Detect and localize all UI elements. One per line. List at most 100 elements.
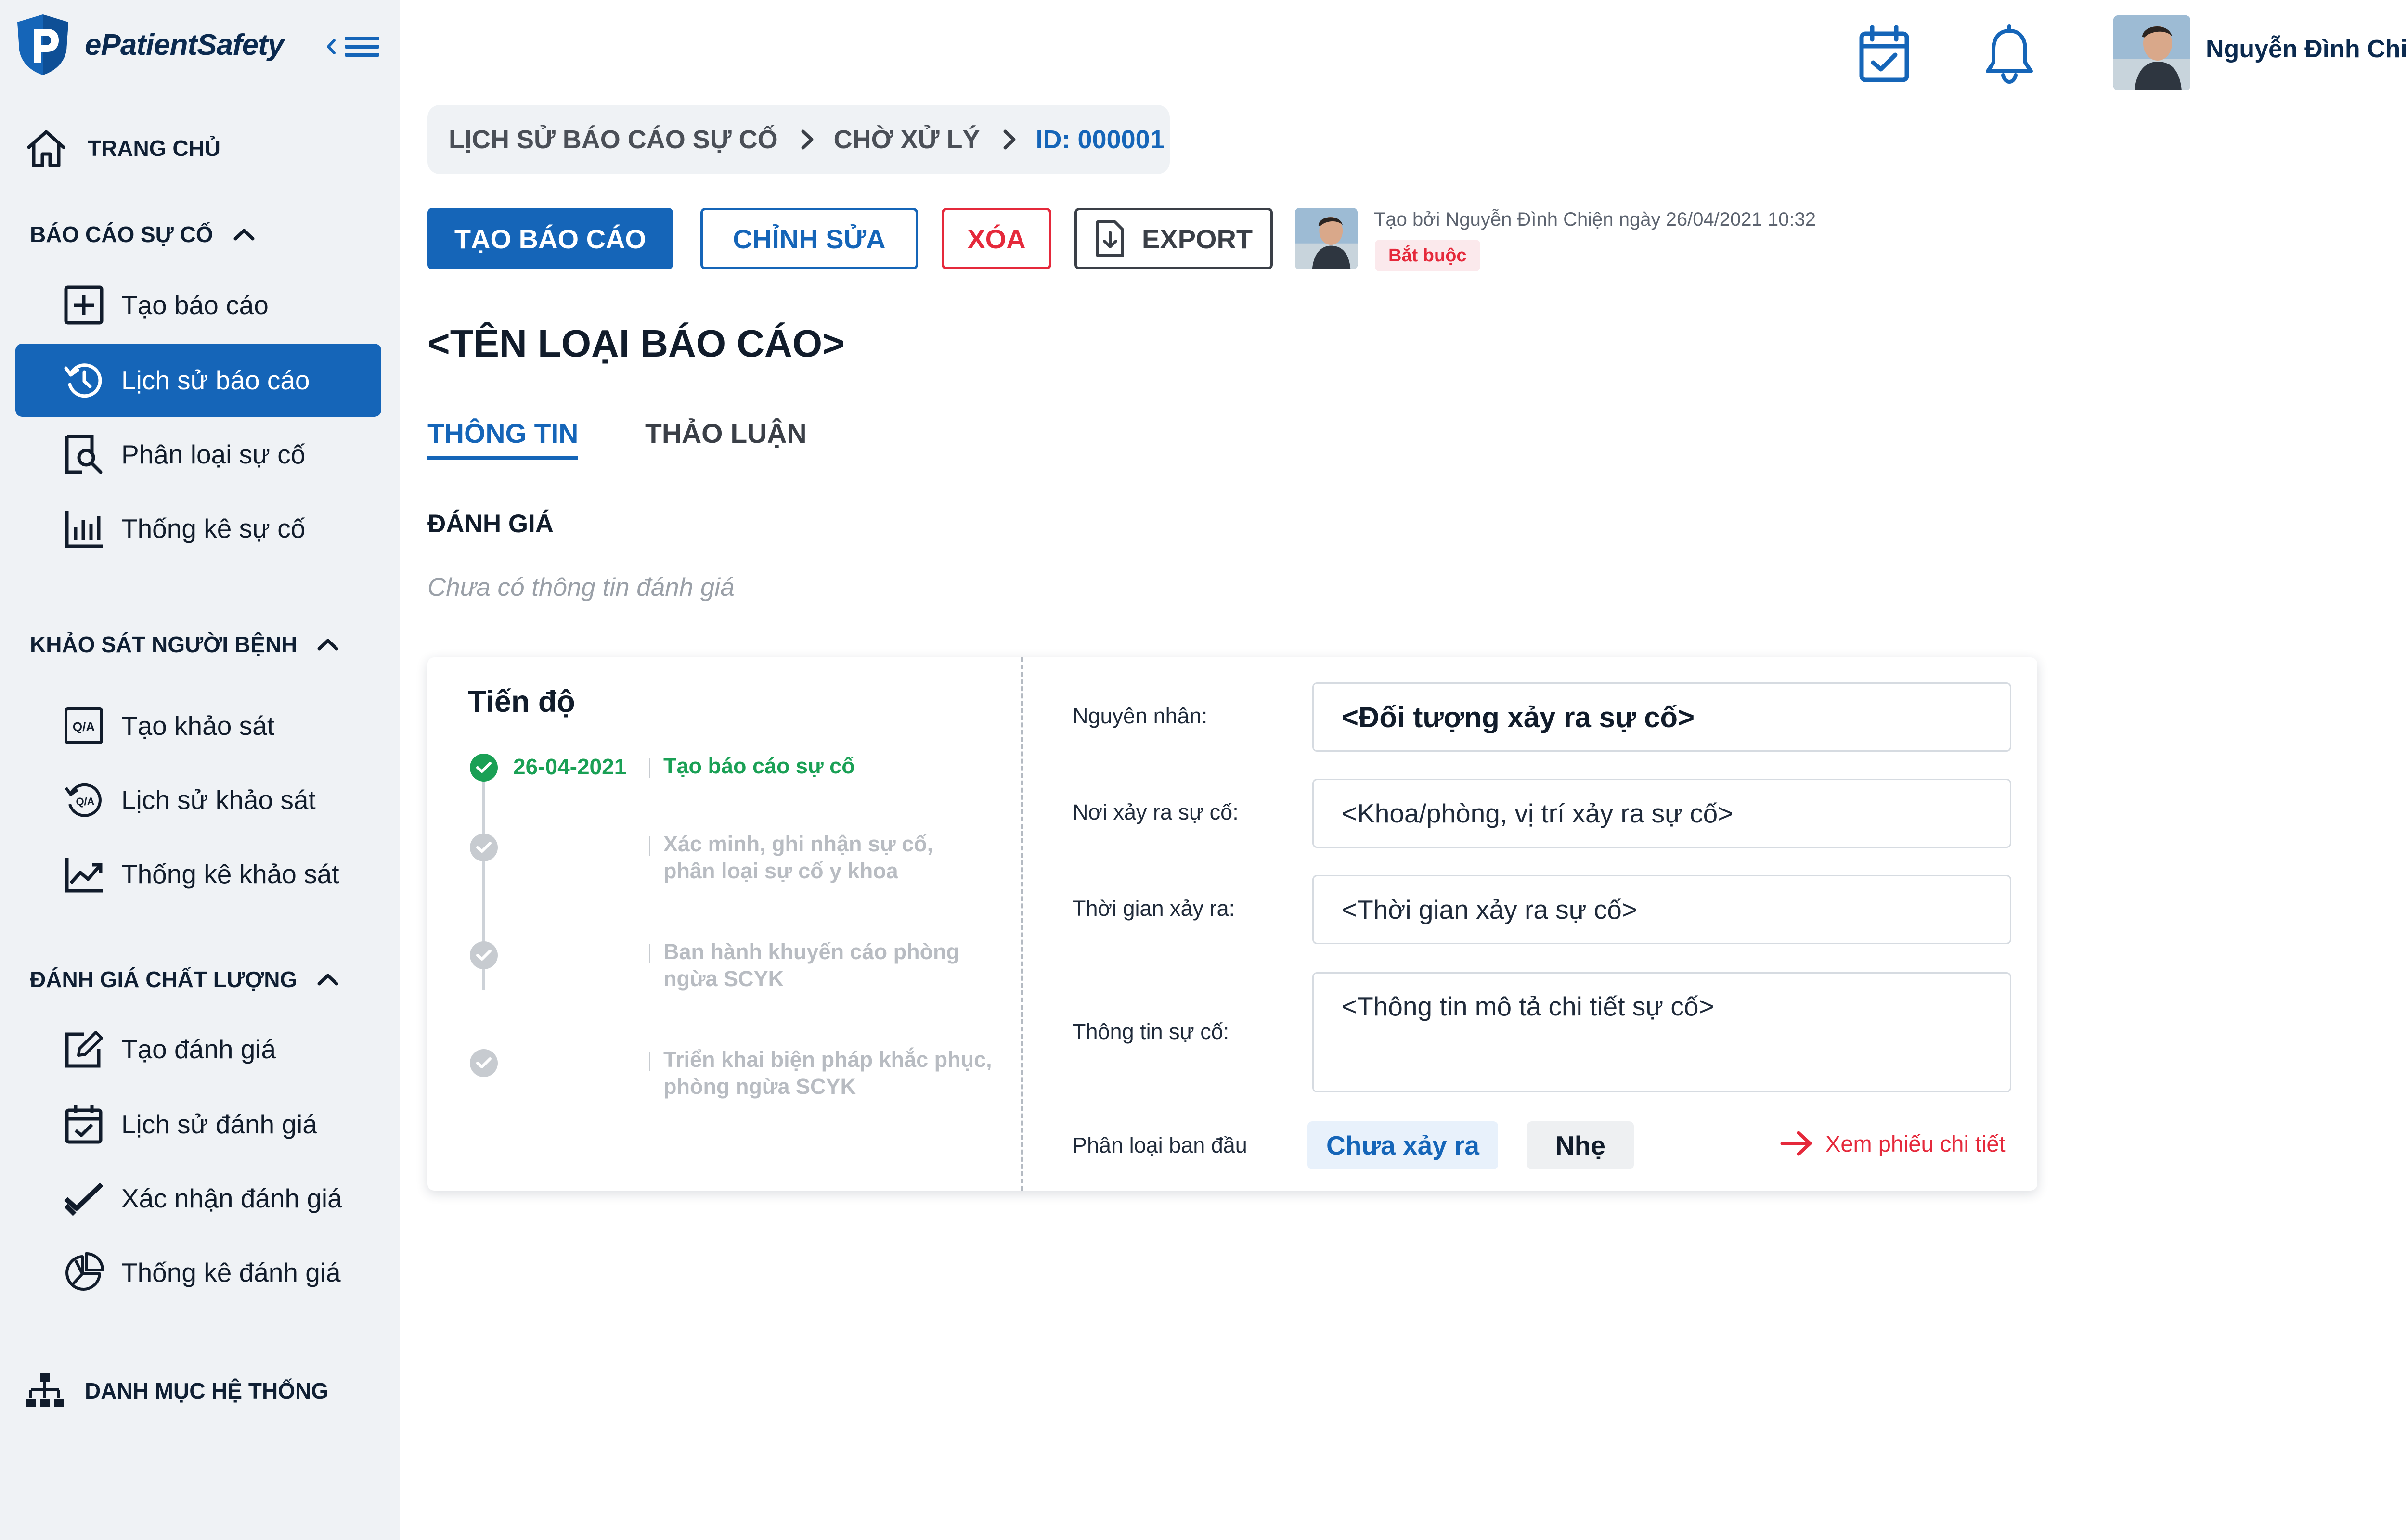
double-check-icon xyxy=(64,1182,104,1216)
bar-chart-icon xyxy=(65,511,103,548)
nav-home-label: TRANG CHỦ xyxy=(88,136,220,161)
sidebar-item-label: Tạo báo cáo xyxy=(121,290,269,320)
home-icon xyxy=(27,130,65,167)
sidebar-collapse-button[interactable] xyxy=(324,30,386,64)
create-report-button[interactable]: TẠO BÁO CÁO xyxy=(427,208,673,270)
timeline-separator xyxy=(649,758,650,778)
sidebar-item-label: Lịch sử khảo sát xyxy=(121,785,316,815)
chevron-up-icon xyxy=(317,639,338,651)
chevron-right-icon xyxy=(1003,129,1016,150)
view-detail-label: Xem phiếu chi tiết xyxy=(1825,1130,2006,1156)
history-icon xyxy=(64,363,102,398)
breadcrumb-link[interactable]: CHỜ XỬ LÝ xyxy=(834,125,980,154)
chevron-up-icon xyxy=(233,229,255,241)
timeline-separator xyxy=(649,1052,650,1071)
edit-icon xyxy=(65,1031,103,1068)
timeline-step-line: Xác minh, ghi nhận sự cố, xyxy=(663,832,933,856)
sidebar-item-survey-history[interactable]: Q/A Lịch sử khảo sát xyxy=(15,763,381,836)
timeline-step-line: Triển khai biện pháp khắc phục, xyxy=(663,1047,992,1072)
timeline-separator xyxy=(649,944,650,963)
person-photo-icon xyxy=(2113,15,2190,90)
timeline-step-line: Ban hành khuyến cáo phòng xyxy=(663,939,960,964)
nav-home[interactable]: TRANG CHỦ xyxy=(24,126,220,170)
svg-text:Q/A: Q/A xyxy=(76,796,94,808)
sidebar-item-label: Thống kê sự cố xyxy=(121,513,306,543)
breadcrumb-link[interactable]: LỊCH SỬ BÁO CÁO SỰ CỐ xyxy=(449,125,778,154)
sidebar-item-evaluation-history[interactable]: Lịch sử đánh giá xyxy=(15,1088,381,1161)
timeline-step-pending-icon xyxy=(470,1049,498,1077)
export-button[interactable]: EXPORT xyxy=(1074,208,1273,270)
delete-button[interactable]: XÓA xyxy=(942,208,1051,270)
progress-title: Tiến độ xyxy=(468,685,575,719)
sidebar-item-label: Phân loại sự cố xyxy=(121,439,306,469)
breadcrumb-current: ID: 000001 xyxy=(1035,125,1165,154)
collapse-menu-icon xyxy=(327,37,379,57)
time-field[interactable]: <Thời gian xảy ra sự cố> xyxy=(1312,875,2011,944)
export-label: EXPORT xyxy=(1141,223,1253,254)
chevron-up-icon xyxy=(317,974,338,986)
trend-chart-icon xyxy=(65,858,103,893)
document-search-icon xyxy=(65,435,103,474)
sidebar-item-report-history[interactable]: Lịch sử báo cáo xyxy=(15,344,381,417)
page-title: <TÊN LOẠI BÁO CÁO> xyxy=(427,322,845,365)
nav-section-survey-label: KHẢO SÁT NGƯỜI BỆNH xyxy=(30,632,298,657)
evaluation-empty-note: Chưa có thông tin đánh giá xyxy=(427,573,735,602)
edit-button[interactable]: CHỈNH SỬA xyxy=(700,208,918,270)
sidebar-item-label: Thống kê khảo sát xyxy=(121,859,339,889)
nav-system-catalog[interactable]: DANH MỤC HỆ THỐNG xyxy=(24,1372,328,1410)
place-field[interactable]: <Khoa/phòng, vị trí xảy ra sự cố> xyxy=(1312,779,2011,848)
place-label: Nơi xảy ra sự cố: xyxy=(1073,800,1239,824)
tab-info[interactable]: THÔNG TIN xyxy=(427,418,579,460)
app-name: ePatientSafety xyxy=(85,28,284,62)
creator-avatar xyxy=(1295,208,1358,270)
breadcrumb: LỊCH SỬ BÁO CÁO SỰ CỐ CHỜ XỬ LÝ ID: 0000… xyxy=(427,105,1170,174)
svg-text:Q/A: Q/A xyxy=(73,719,95,734)
arrow-right-icon xyxy=(1780,1131,1812,1156)
sidebar-item-evaluation-stats[interactable]: Thống kê đánh giá xyxy=(15,1236,381,1309)
nav-section-incident[interactable]: BÁO CÁO SỰ CỐ xyxy=(30,221,256,247)
nav-section-incident-label: BÁO CÁO SỰ CỐ xyxy=(30,222,213,247)
calendar-check-icon xyxy=(1859,25,1909,82)
sidebar-item-create-evaluation[interactable]: Tạo đánh giá xyxy=(15,1013,381,1086)
evaluation-title: ĐÁNH GIÁ xyxy=(427,510,554,538)
sidebar-item-label: Tạo khảo sát xyxy=(121,711,274,741)
cause-field[interactable]: <Đối tượng xảy ra sự cố> xyxy=(1312,682,2011,752)
sidebar: ePatientSafety TRANG CHỦ BÁO CÁO SỰ CỐ T… xyxy=(0,0,400,1540)
timeline-step-line: phân loại sự cố y khoa xyxy=(663,859,898,883)
timeline-step-line: phòng ngừa SCYK xyxy=(663,1074,856,1099)
timeline-step-line: ngừa SCYK xyxy=(663,966,784,991)
nav-section-quality[interactable]: ĐÁNH GIÁ CHẤT LƯỢNG xyxy=(30,966,339,992)
qa-icon: Q/A xyxy=(65,707,103,744)
classification-label: Phân loại ban đầu xyxy=(1073,1133,1247,1157)
timeline-step-pending-icon xyxy=(470,834,498,861)
qa-history-icon: Q/A xyxy=(65,783,102,817)
sidebar-item-incident-classification[interactable]: Phân loại sự cố xyxy=(15,418,381,491)
sidebar-item-create-survey[interactable]: Q/A Tạo khảo sát xyxy=(15,689,381,762)
pie-chart-icon xyxy=(65,1252,104,1291)
calendar-check-icon xyxy=(65,1105,103,1144)
timeline-step-done-icon xyxy=(470,754,498,782)
incident-card: Tiến độ 26-04-2021 Tạo báo cáo sự cố Xác… xyxy=(427,657,2037,1191)
sidebar-item-survey-stats[interactable]: Thống kê khảo sát xyxy=(15,837,381,911)
tab-discussion[interactable]: THẢO LUẬN xyxy=(645,418,807,449)
nav-section-quality-label: ĐÁNH GIÁ CHẤT LƯỢNG xyxy=(30,967,298,992)
view-detail-link[interactable]: Xem phiếu chi tiết xyxy=(1780,1130,2006,1157)
timeline-date: 26-04-2021 xyxy=(513,754,627,779)
timeline-step-text: Tạo báo cáo sự cố xyxy=(663,753,855,780)
timeline-step-text: Ban hành khuyến cáo phòng ngừa SCYK xyxy=(663,938,959,992)
calendar-button[interactable] xyxy=(1856,23,1912,85)
sitemap-icon xyxy=(26,1373,64,1407)
chevron-right-icon xyxy=(801,129,814,150)
user-avatar[interactable] xyxy=(2113,15,2190,90)
app-logo[interactable]: ePatientSafety xyxy=(14,13,284,76)
sidebar-item-confirm-evaluation[interactable]: Xác nhận đánh giá xyxy=(15,1162,381,1235)
user-name[interactable]: Nguyễn Đình Chiện xyxy=(2206,35,2407,64)
nav-section-survey[interactable]: KHẢO SÁT NGƯỜI BỆNH xyxy=(30,631,339,657)
sidebar-item-create-report[interactable]: Tạo báo cáo xyxy=(15,269,381,342)
nav-system-label: DANH MỤC HỆ THỐNG xyxy=(85,1378,328,1403)
sidebar-item-incident-stats[interactable]: Thống kê sự cố xyxy=(15,492,381,565)
sidebar-item-label: Tạo đánh giá xyxy=(121,1034,276,1064)
notification-button[interactable] xyxy=(1981,23,2037,85)
info-field[interactable]: <Thông tin mô tả chi tiết sự cố> xyxy=(1312,972,2011,1092)
info-label: Thông tin sự cố: xyxy=(1073,1019,1229,1044)
